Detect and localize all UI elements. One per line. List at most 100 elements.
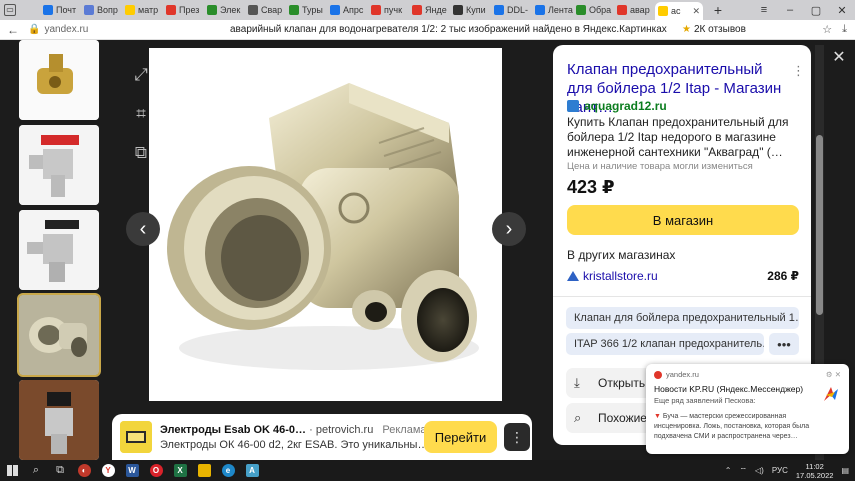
other-shop-row[interactable]: kristallstore.ru 286 ₽ [567,269,799,283]
tab-favicon-icon [658,6,668,16]
ad-thumbnail [120,421,152,453]
browser-tab[interactable]: Лента [532,1,573,19]
download-toolbar-icon[interactable]: ⤓ [842,23,847,36]
lock-icon[interactable]: 🔒 [28,24,40,35]
tab-favicon-icon [535,5,545,15]
volume-icon[interactable]: ◁) [755,466,764,475]
ad-source: · petrovich.ru [309,423,374,436]
ad-title[interactable]: Электроды Esab OK 46-0… [160,424,306,436]
notification-title: Новости KP.RU (Яндекс.Мессенджер) [654,384,804,394]
ad-title-row: Электроды Esab OK 46-0… · petrovich.ru Р… [160,424,450,436]
maximize-icon[interactable]: ▢ [803,4,829,17]
thumbnail[interactable] [19,40,99,120]
browser-tab[interactable]: Туры [286,1,327,19]
browser-tab[interactable]: матр [122,1,163,19]
more-chips-button[interactable]: ••• [769,333,799,355]
thumbnail[interactable] [19,210,99,290]
search-icon[interactable]: ⌕ [24,460,48,481]
related-query-chip[interactable]: ITAP 366 1/2 клапан предохранитель… [566,333,764,355]
browser-tab[interactable]: Янде [409,1,450,19]
browser-tab[interactable]: Купи [450,1,491,19]
tab-search-icon[interactable]: ≡ [751,4,777,16]
thumbnail-strip [17,40,101,481]
download-icon: ⤓ [574,375,580,390]
tab-favicon-icon [166,5,176,15]
thumbnail-selected[interactable] [17,293,101,377]
tab-label: Обра [589,5,612,15]
notification-popup[interactable]: yandex.ru ⚙ ✕ Новости KP.RU (Яндекс.Месс… [646,364,849,454]
keyboard-language[interactable]: РУС [772,466,788,475]
browser-tab[interactable]: авар [614,1,655,19]
tab-label: Лента [548,5,573,15]
tab-label: Свар [261,5,283,15]
notification-close-icon[interactable]: ⚙ ✕ [826,370,841,379]
ad-label: Реклама [382,423,427,436]
tab-label: Почт [56,5,77,15]
ad-go-button[interactable]: Перейти [424,421,497,453]
tab-label: матр [138,5,159,15]
excel-icon[interactable]: X [168,460,192,481]
app-icon[interactable]: A [240,460,264,481]
browser-tab[interactable]: DDL- [491,1,532,19]
app-icon[interactable]: ◐ [72,460,96,481]
url-domain[interactable]: yandex.ru [44,24,88,35]
tab-active[interactable]: ас ✕ [655,2,703,20]
new-tab-button[interactable]: + [709,1,727,19]
main-image[interactable] [149,48,502,401]
ad-subtitle: Электроды ОК 46-00 d2, 2кг ESAB. Это уни… [160,438,429,451]
tray-icon[interactable]: ⌃ [725,466,732,475]
windows-start-icon[interactable] [0,460,24,481]
panel-menu-icon[interactable]: ⋮ [792,63,805,79]
browser-tab[interactable]: Почт [40,1,81,19]
related-query-chip[interactable]: Клапан для бойлера предохранительный 1… [566,307,799,329]
close-tab-icon[interactable]: ✕ [692,6,700,17]
close-window-icon[interactable]: ✕ [829,4,855,17]
word-icon[interactable]: W [120,460,144,481]
previous-image-button[interactable]: ‹ [126,212,160,246]
to-shop-button[interactable]: В магазин [567,205,799,235]
minimize-icon[interactable]: – [777,4,803,16]
tab-label: Купи [466,5,486,15]
notification-body: ▼ Буча — мастерски срежессированная инсц… [654,412,814,442]
thumbnail[interactable] [19,380,99,460]
bookmark-icon[interactable]: ☆ [822,23,832,36]
tab-label: Туры [302,5,323,15]
folder-icon[interactable] [192,460,216,481]
ad-bar[interactable]: Электроды Esab OK 46-0… · petrovich.ru Р… [112,414,532,460]
clock-time: 11:02 [805,461,824,471]
tab-label: пучк [384,5,402,15]
browser-tab[interactable]: Вопр [81,1,122,19]
taskbar: ⌕ ⧉ ◐ Y W O X e A ⌃ ⌔ ◁) РУС 11:02 17.05… [0,460,855,481]
network-icon[interactable]: ⌔ [740,466,748,476]
browser-tab[interactable]: пучк [368,1,409,19]
browser-tab[interactable]: Апрс [327,1,368,19]
close-viewer-icon[interactable]: ✕ [826,44,852,70]
tab-favicon-icon [412,5,422,15]
reviews-badge[interactable]: ★ 2К отзывов [682,24,746,35]
ad-more-icon[interactable]: ⋮ [504,423,530,451]
browser-tab[interactable]: Свар [245,1,286,19]
opera-icon[interactable]: O [144,460,168,481]
tab-label: Янде [425,5,447,15]
tab-controls: ▭ [0,4,40,16]
edge-icon[interactable]: e [216,460,240,481]
site-link[interactable]: aquagrad12.ru [567,99,667,113]
notifications-icon[interactable]: ▤ [841,466,849,475]
tab-favicon-icon [371,5,381,15]
browser-tab[interactable]: Обра [573,1,614,19]
tab-list: Почт Вопр матр През Элек Свар Туры Апрс пучк Янде… [40,0,655,20]
back-icon[interactable]: ← [6,23,20,37]
browser-tab[interactable]: Элек [204,1,245,19]
ad-text: Электроды Esab OK 46-0… · petrovich.ru Р… [160,424,450,451]
clock[interactable]: 11:02 17.05.2022 [796,462,834,480]
thumbnail[interactable] [19,125,99,205]
next-image-button[interactable]: › [492,212,526,246]
tab-label: Элек [220,5,241,15]
yandex-browser-icon[interactable]: Y [96,460,120,481]
task-view-icon[interactable]: ⧉ [48,460,72,481]
page-title[interactable]: аварийный клапан для водонагревателя 1/2… [230,24,667,35]
scrollbar-thumb[interactable] [816,135,823,315]
open-button-label: Открыть [598,376,646,390]
tab-manager-icon[interactable]: ▭ [4,4,16,16]
browser-tab[interactable]: През [163,1,204,19]
